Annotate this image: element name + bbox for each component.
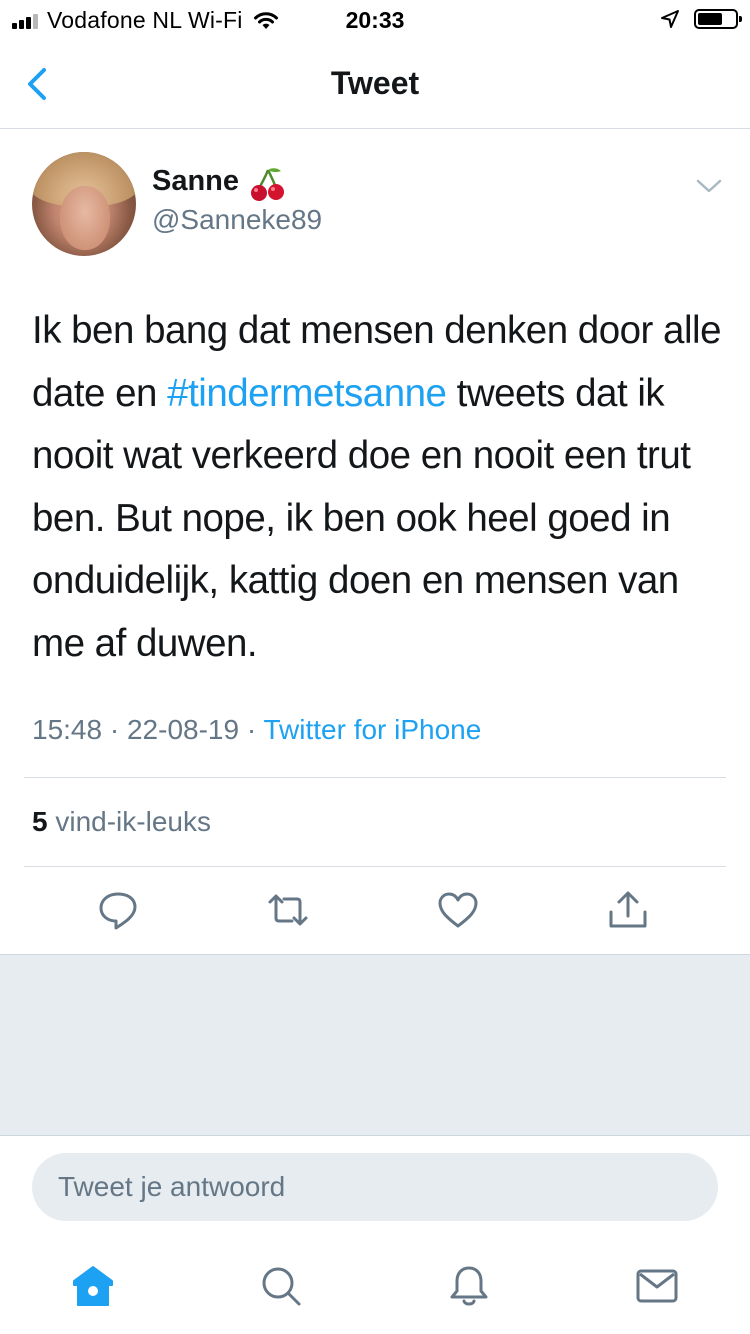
tweet-detail-screen: Vodafone NL Wi-Fi 20:33 Tweet Sanne @San… xyxy=(0,0,750,1334)
status-bar: Vodafone NL Wi-Fi 20:33 xyxy=(0,0,750,40)
location-icon xyxy=(661,10,679,28)
cherries-icon xyxy=(251,168,284,201)
tweet-actions xyxy=(0,868,750,954)
status-time: 20:33 xyxy=(345,7,405,33)
tweet-text-end: tweets dat ik nooit wat verkeerd doe en … xyxy=(32,371,691,665)
avatar[interactable] xyxy=(32,152,136,256)
home-icon[interactable] xyxy=(70,1263,116,1309)
likes-count: 5 xyxy=(32,806,48,837)
hashtag-link[interactable]: #tindermetsanne xyxy=(167,372,447,415)
messages-icon[interactable] xyxy=(634,1263,680,1309)
likes-summary[interactable]: 5 vind-ik-leuks xyxy=(32,806,211,838)
divider xyxy=(24,866,726,867)
battery-icon xyxy=(694,9,742,29)
likes-label: vind-ik-leuks xyxy=(55,806,211,837)
divider xyxy=(24,777,726,778)
tweet-source-link[interactable]: Twitter for iPhone xyxy=(263,714,481,745)
chevron-down-icon[interactable] xyxy=(694,176,724,198)
conversation-area xyxy=(0,954,750,1135)
author-name[interactable]: Sanne xyxy=(152,165,239,198)
author-handle[interactable]: @Sanneke89 xyxy=(152,204,322,236)
search-icon[interactable] xyxy=(258,1263,304,1309)
reply-icon[interactable] xyxy=(96,888,140,932)
like-icon[interactable] xyxy=(436,888,480,932)
reply-input[interactable]: Tweet je antwoord xyxy=(32,1153,718,1221)
notifications-icon[interactable] xyxy=(446,1263,492,1309)
tweet-time: 15:48 xyxy=(32,714,103,745)
status-bar-right xyxy=(660,9,742,29)
tweet-text: Ik ben bang dat mensen denken door alle … xyxy=(32,300,732,675)
tab-bar xyxy=(0,1235,750,1334)
reply-bar: Tweet je antwoord xyxy=(0,1135,750,1236)
navigation-bar: Tweet xyxy=(0,40,750,129)
retweet-icon[interactable] xyxy=(266,888,310,932)
tweet-meta: 15:48 · 22-08-19 · Twitter for iPhone xyxy=(32,714,482,745)
page-title: Tweet xyxy=(330,65,420,101)
tweet-date: 22-08-19 xyxy=(126,714,240,745)
share-icon[interactable] xyxy=(606,888,650,932)
